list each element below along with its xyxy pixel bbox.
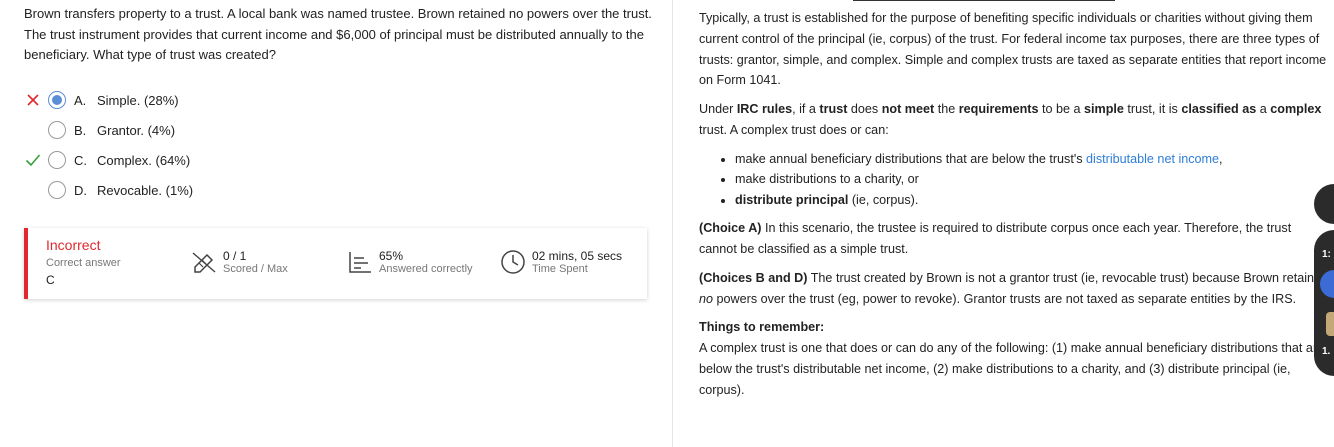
text-italic: no (699, 291, 714, 306)
text: does (847, 102, 882, 117)
text-bold: distribute principal (735, 192, 849, 207)
choice-text: Revocable. (1%) (97, 182, 194, 198)
list-item: make distributions to a charity, or (735, 169, 1332, 190)
choice-letter: A. (74, 92, 87, 108)
side-widget-label: 1. (1322, 346, 1331, 357)
bar-chart-icon (349, 252, 371, 273)
score-stat: 0 / 1 Scored / Max (190, 248, 288, 276)
text-bold: requirements (958, 102, 1039, 117)
explanation-intro: Typically, a trust is established for th… (699, 11, 1327, 88)
percent-value: 65% (379, 248, 404, 263)
side-widget-label: 1: (1322, 249, 1331, 260)
text: trust. A complex trust does or can: (699, 122, 889, 137)
explanation-body: Typically, a trust is established for th… (699, 8, 1332, 401)
choice-letter: C. (74, 152, 87, 168)
correct-answer-value: C (46, 273, 55, 287)
result-card: Incorrect Correct answer C 0 / 1 Scored … (24, 228, 647, 299)
choice-a[interactable]: A. Simple. (28%) (24, 88, 324, 112)
text-bold: simple (1084, 102, 1124, 117)
result-status: Incorrect (46, 237, 101, 253)
choice-c[interactable]: C. Complex. (64%) (24, 148, 324, 172)
correct-answer-label: Correct answer (46, 257, 121, 269)
choice-c-radio[interactable] (48, 151, 66, 169)
text-bold: trust (819, 102, 848, 117)
text-bold: (Choice A) (699, 221, 762, 236)
score-label: Scored / Max (223, 262, 288, 275)
text: make annual beneficiary distributions th… (735, 151, 1087, 166)
text: The trust created by Brown is not a gran… (807, 270, 1329, 285)
time-stat: 02 mins, 05 secs Time Spent (499, 248, 622, 276)
question-panel: Brown transfers property to a trust. A l… (0, 0, 672, 447)
percent-stat: 65% Answered correctly (346, 248, 473, 276)
remember-title: Things to remember: (699, 320, 825, 335)
choice-text: Grantor. (4%) (97, 122, 176, 138)
text: Under (699, 102, 737, 117)
text-bold: complex (1270, 102, 1322, 117)
explanation-rules: Under IRC rules, if a trust does not mee… (699, 99, 1332, 141)
dni-link[interactable]: distributable net income (1086, 152, 1219, 166)
text-bold: (Choices B and D) (699, 270, 808, 285)
correct-check-icon (24, 151, 42, 169)
top-rule (853, 0, 1115, 1)
text: , (1219, 151, 1223, 166)
side-widget-avatar (1326, 312, 1334, 336)
empty-mark (24, 181, 42, 199)
choice-a-explanation: (Choice A) In this scenario, the trustee… (699, 218, 1332, 260)
text: a (1256, 102, 1271, 117)
score-icon (192, 252, 216, 273)
time-label: Time Spent (532, 262, 588, 275)
wrong-x-icon (24, 91, 42, 109)
choice-a-radio[interactable] (48, 91, 66, 109)
choices-bd-explanation: (Choices B and D) The trust created by B… (699, 268, 1332, 310)
choice-text: Simple. (28%) (97, 92, 179, 108)
text: (ie, corpus). (848, 192, 919, 207)
clock-icon (501, 250, 525, 274)
text-bold: not meet (881, 102, 935, 117)
score-value: 0 / 1 (223, 248, 247, 263)
text-bold: IRC rules (736, 102, 793, 117)
question-stem: Brown transfers property to a trust. A l… (24, 6, 652, 62)
text: to be a (1038, 102, 1085, 117)
time-value: 02 mins, 05 secs (532, 248, 623, 263)
text: the (934, 102, 959, 117)
percent-label: Answered correctly (379, 262, 473, 275)
choice-d[interactable]: D. Revocable. (1%) (24, 178, 324, 202)
text: trust, it is (1123, 102, 1182, 117)
choice-b[interactable]: B. Grantor. (4%) (24, 118, 324, 142)
list-item: distribute principal (ie, corpus). (735, 190, 1332, 211)
choice-b-radio[interactable] (48, 121, 66, 139)
choice-letter: B. (74, 122, 87, 138)
list-item: make annual beneficiary distributions th… (735, 149, 1332, 170)
empty-mark (24, 121, 42, 139)
remember-text: A complex trust is one that does or can … (699, 341, 1325, 397)
choice-d-radio[interactable] (48, 181, 66, 199)
text: In this scenario, the trustee is require… (699, 221, 1292, 257)
text: powers over the trust (eg, power to revo… (713, 291, 1297, 306)
choice-letter: D. (74, 182, 87, 198)
explanation-panel: Typically, a trust is established for th… (673, 0, 1334, 447)
text-bold: classified as (1181, 102, 1257, 117)
complex-trust-list: make annual beneficiary distributions th… (735, 149, 1332, 211)
text: , if a (792, 102, 820, 117)
choice-text: Complex. (64%) (97, 152, 191, 168)
